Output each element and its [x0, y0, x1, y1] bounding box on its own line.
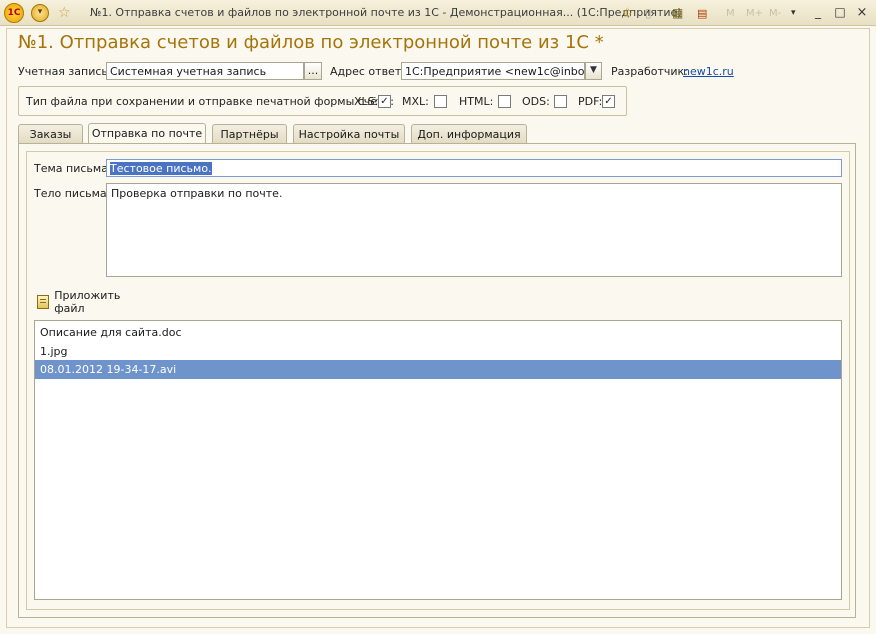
tab-mail-settings[interactable]: Настройка почты: [293, 124, 405, 144]
chevron-down-icon[interactable]: ▾: [791, 4, 796, 22]
memory-button[interactable]: M: [726, 4, 735, 22]
subject-label: Тема письма:: [34, 162, 112, 175]
nav-menu-icon[interactable]: ▾: [31, 4, 49, 22]
pdf-checkbox[interactable]: ✓: [602, 95, 615, 108]
developer-label: Разработчик:: [611, 65, 688, 78]
tab-extra-info[interactable]: Доп. информация: [411, 124, 527, 144]
window-title-bar: 1С ▾ ☆ №1. Отправка счетов и файлов по э…: [0, 0, 876, 26]
reply-address-field[interactable]: 1С:Предприятие <new1c@inbox.ru>: [401, 62, 585, 80]
list-item[interactable]: Описание для сайта.doc: [35, 323, 841, 342]
body-label: Тело письма:: [34, 187, 111, 200]
close-button[interactable]: ×: [854, 5, 870, 20]
page-title: №1. Отправка счетов и файлов по электрон…: [18, 32, 604, 53]
calculator-icon[interactable]: ▦: [672, 4, 683, 22]
calendar-icon[interactable]: ▤: [697, 4, 707, 22]
subject-text: Тестовое письмо.: [110, 162, 212, 175]
document-icon[interactable]: ▯: [645, 4, 652, 22]
ods-label: ODS:: [522, 95, 550, 108]
list-item[interactable]: 1.jpg: [35, 342, 841, 361]
pdf-label: PDF:: [578, 95, 603, 108]
reply-address-label: Адрес ответа:: [330, 65, 412, 78]
window-title: №1. Отправка счетов и файлов по электрон…: [90, 6, 682, 19]
reply-dropdown-button[interactable]: ▼: [585, 62, 602, 80]
tab-mail-sending[interactable]: Отправка по почте: [88, 123, 206, 145]
maximize-button[interactable]: □: [832, 5, 848, 20]
filetype-label: Тип файла при сохранении и отправке печа…: [26, 95, 394, 108]
attach-file-icon: [37, 295, 50, 309]
tab-partners[interactable]: Партнёры: [212, 124, 287, 144]
subject-input[interactable]: Тестовое письмо.: [106, 159, 842, 177]
attached-files-list[interactable]: Описание для сайта.doc 1.jpg 08.01.2012 …: [34, 320, 842, 600]
xls-label: XLS:: [354, 95, 379, 108]
tab-orders[interactable]: Заказы: [18, 124, 83, 144]
chevron-down-icon: ▼: [590, 65, 597, 75]
account-field[interactable]: Системная учетная запись: [106, 62, 304, 80]
xls-checkbox[interactable]: ✓: [378, 95, 391, 108]
ods-checkbox[interactable]: [554, 95, 567, 108]
minimize-button[interactable]: _: [810, 5, 826, 20]
app-logo-icon[interactable]: 1С: [4, 3, 24, 23]
html-label: HTML:: [459, 95, 494, 108]
account-select-button[interactable]: ...: [304, 62, 322, 80]
memory-add-button[interactable]: M+: [746, 4, 763, 22]
favorite-icon[interactable]: ✩: [622, 4, 633, 22]
mxl-label: MXL:: [402, 95, 429, 108]
list-item[interactable]: 08.01.2012 19-34-17.avi: [35, 360, 841, 379]
memory-subtract-button[interactable]: M-: [769, 4, 781, 22]
mxl-checkbox[interactable]: [434, 95, 447, 108]
attach-file-label: Приложить файл: [54, 289, 121, 315]
body-textarea[interactable]: Проверка отправки по почте.: [106, 183, 842, 277]
attach-file-button[interactable]: Приложить файл: [37, 289, 147, 315]
star-icon[interactable]: ☆: [58, 4, 71, 22]
developer-link[interactable]: new1c.ru: [683, 65, 734, 78]
account-label: Учетная запись:: [18, 65, 112, 78]
html-checkbox[interactable]: [498, 95, 511, 108]
